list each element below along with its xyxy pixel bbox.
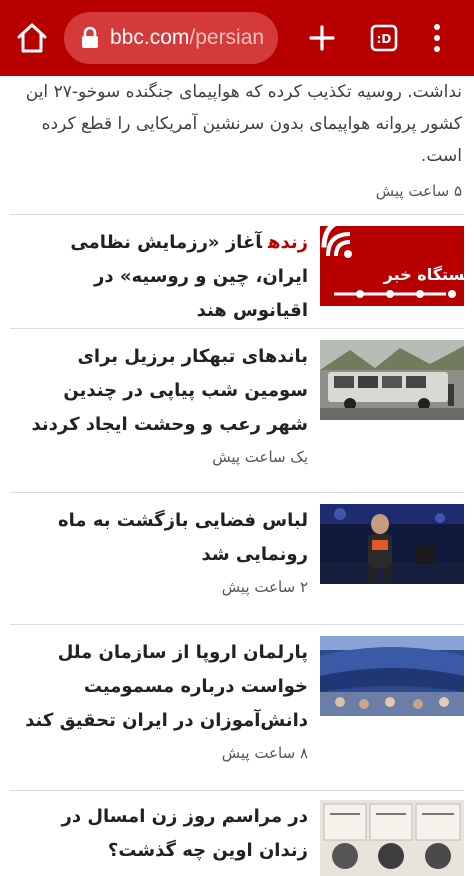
portraits-photo bbox=[320, 800, 464, 876]
story-text: پارلمان اروپا از سازمان ملل خواست درباره… bbox=[18, 636, 308, 762]
story-eu-parliament[interactable]: پارلمان اروپا از سازمان ملل خواست درباره… bbox=[10, 636, 464, 786]
browser-toolbar: bbc.com/persian :D bbox=[0, 0, 474, 76]
story-timestamp: یک ساعت پیش bbox=[212, 448, 308, 466]
url-path: /persian bbox=[189, 26, 265, 49]
tab-count-label: :D bbox=[377, 32, 392, 46]
parliament-photo bbox=[320, 636, 464, 716]
divider bbox=[10, 492, 464, 493]
story-timestamp: ۸ ساعت پیش bbox=[221, 744, 308, 762]
divider bbox=[10, 328, 464, 329]
lead-story[interactable]: نداشت. روسیه تکذیب کرده که هواپیمای جنگن… bbox=[12, 76, 462, 200]
story-live[interactable]: ایستگاه خبر زندهآغاز «رزمایش نظامی ایران… bbox=[10, 226, 464, 321]
story-thumbnail-parliament bbox=[320, 636, 464, 716]
divider bbox=[10, 214, 464, 215]
story-thumbnail-burned-bus bbox=[320, 340, 464, 420]
story-headline: باندهای تبهکار برزیل برای سومین شب پیاپی… bbox=[31, 346, 308, 435]
story-text: زندهآغاز «رزمایش نظامی ایران، چین و روسی… bbox=[18, 226, 308, 328]
story-evin-prison[interactable]: در مراسم روز زن امسال در زندان اوین چه گ… bbox=[10, 800, 464, 876]
story-text: باندهای تبهکار برزیل برای سومین شب پیاپی… bbox=[18, 340, 308, 466]
spacesuit-photo bbox=[320, 504, 464, 584]
story-spacesuit[interactable]: لباس فضایی بازگشت به ماه رونمایی شد ۲ سا… bbox=[10, 504, 464, 614]
url-text: bbc.com/persian bbox=[110, 26, 264, 50]
story-headline: لباس فضایی بازگشت به ماه رونمایی شد bbox=[58, 510, 308, 565]
tab-switcher-button[interactable]: :D bbox=[370, 24, 398, 52]
story-brazil[interactable]: باندهای تبهکار برزیل برای سومین شب پیاپی… bbox=[10, 340, 464, 470]
overflow-menu-icon[interactable] bbox=[428, 22, 446, 54]
divider bbox=[10, 790, 464, 791]
story-text: در مراسم روز زن امسال در زندان اوین چه گ… bbox=[18, 800, 308, 868]
live-badge: زنده bbox=[268, 232, 308, 253]
lead-summary: نداشت. روسیه تکذیب کرده که هواپیمای جنگن… bbox=[25, 82, 462, 166]
radio-broadcast-icon: ایستگاه خبر bbox=[320, 226, 464, 306]
divider bbox=[10, 624, 464, 625]
lock-icon bbox=[82, 26, 98, 48]
story-headline: زندهآغاز «رزمایش نظامی ایران، چین و روسی… bbox=[18, 226, 308, 328]
home-icon[interactable] bbox=[14, 20, 50, 56]
story-headline: در مراسم روز زن امسال در زندان اوین چه گ… bbox=[61, 806, 308, 861]
story-thumbnail-portraits bbox=[320, 800, 464, 876]
new-tab-icon[interactable] bbox=[306, 22, 338, 54]
address-bar[interactable]: bbc.com/persian bbox=[64, 12, 278, 64]
story-headline: پارلمان اروپا از سازمان ملل خواست درباره… bbox=[25, 642, 308, 731]
tab-switcher-icon: :D bbox=[370, 24, 398, 52]
burned-bus-photo bbox=[320, 340, 464, 420]
lead-timestamp: ۵ ساعت پیش bbox=[375, 182, 462, 200]
url-host: bbc.com bbox=[110, 26, 190, 49]
story-text: لباس فضایی بازگشت به ماه رونمایی شد ۲ سا… bbox=[18, 504, 308, 596]
story-thumbnail-spacesuit bbox=[320, 504, 464, 584]
thumbnail-caption: ایستگاه خبر bbox=[383, 265, 464, 284]
story-timestamp: ۲ ساعت پیش bbox=[221, 578, 308, 596]
story-thumbnail-live-radio: ایستگاه خبر bbox=[320, 226, 464, 306]
